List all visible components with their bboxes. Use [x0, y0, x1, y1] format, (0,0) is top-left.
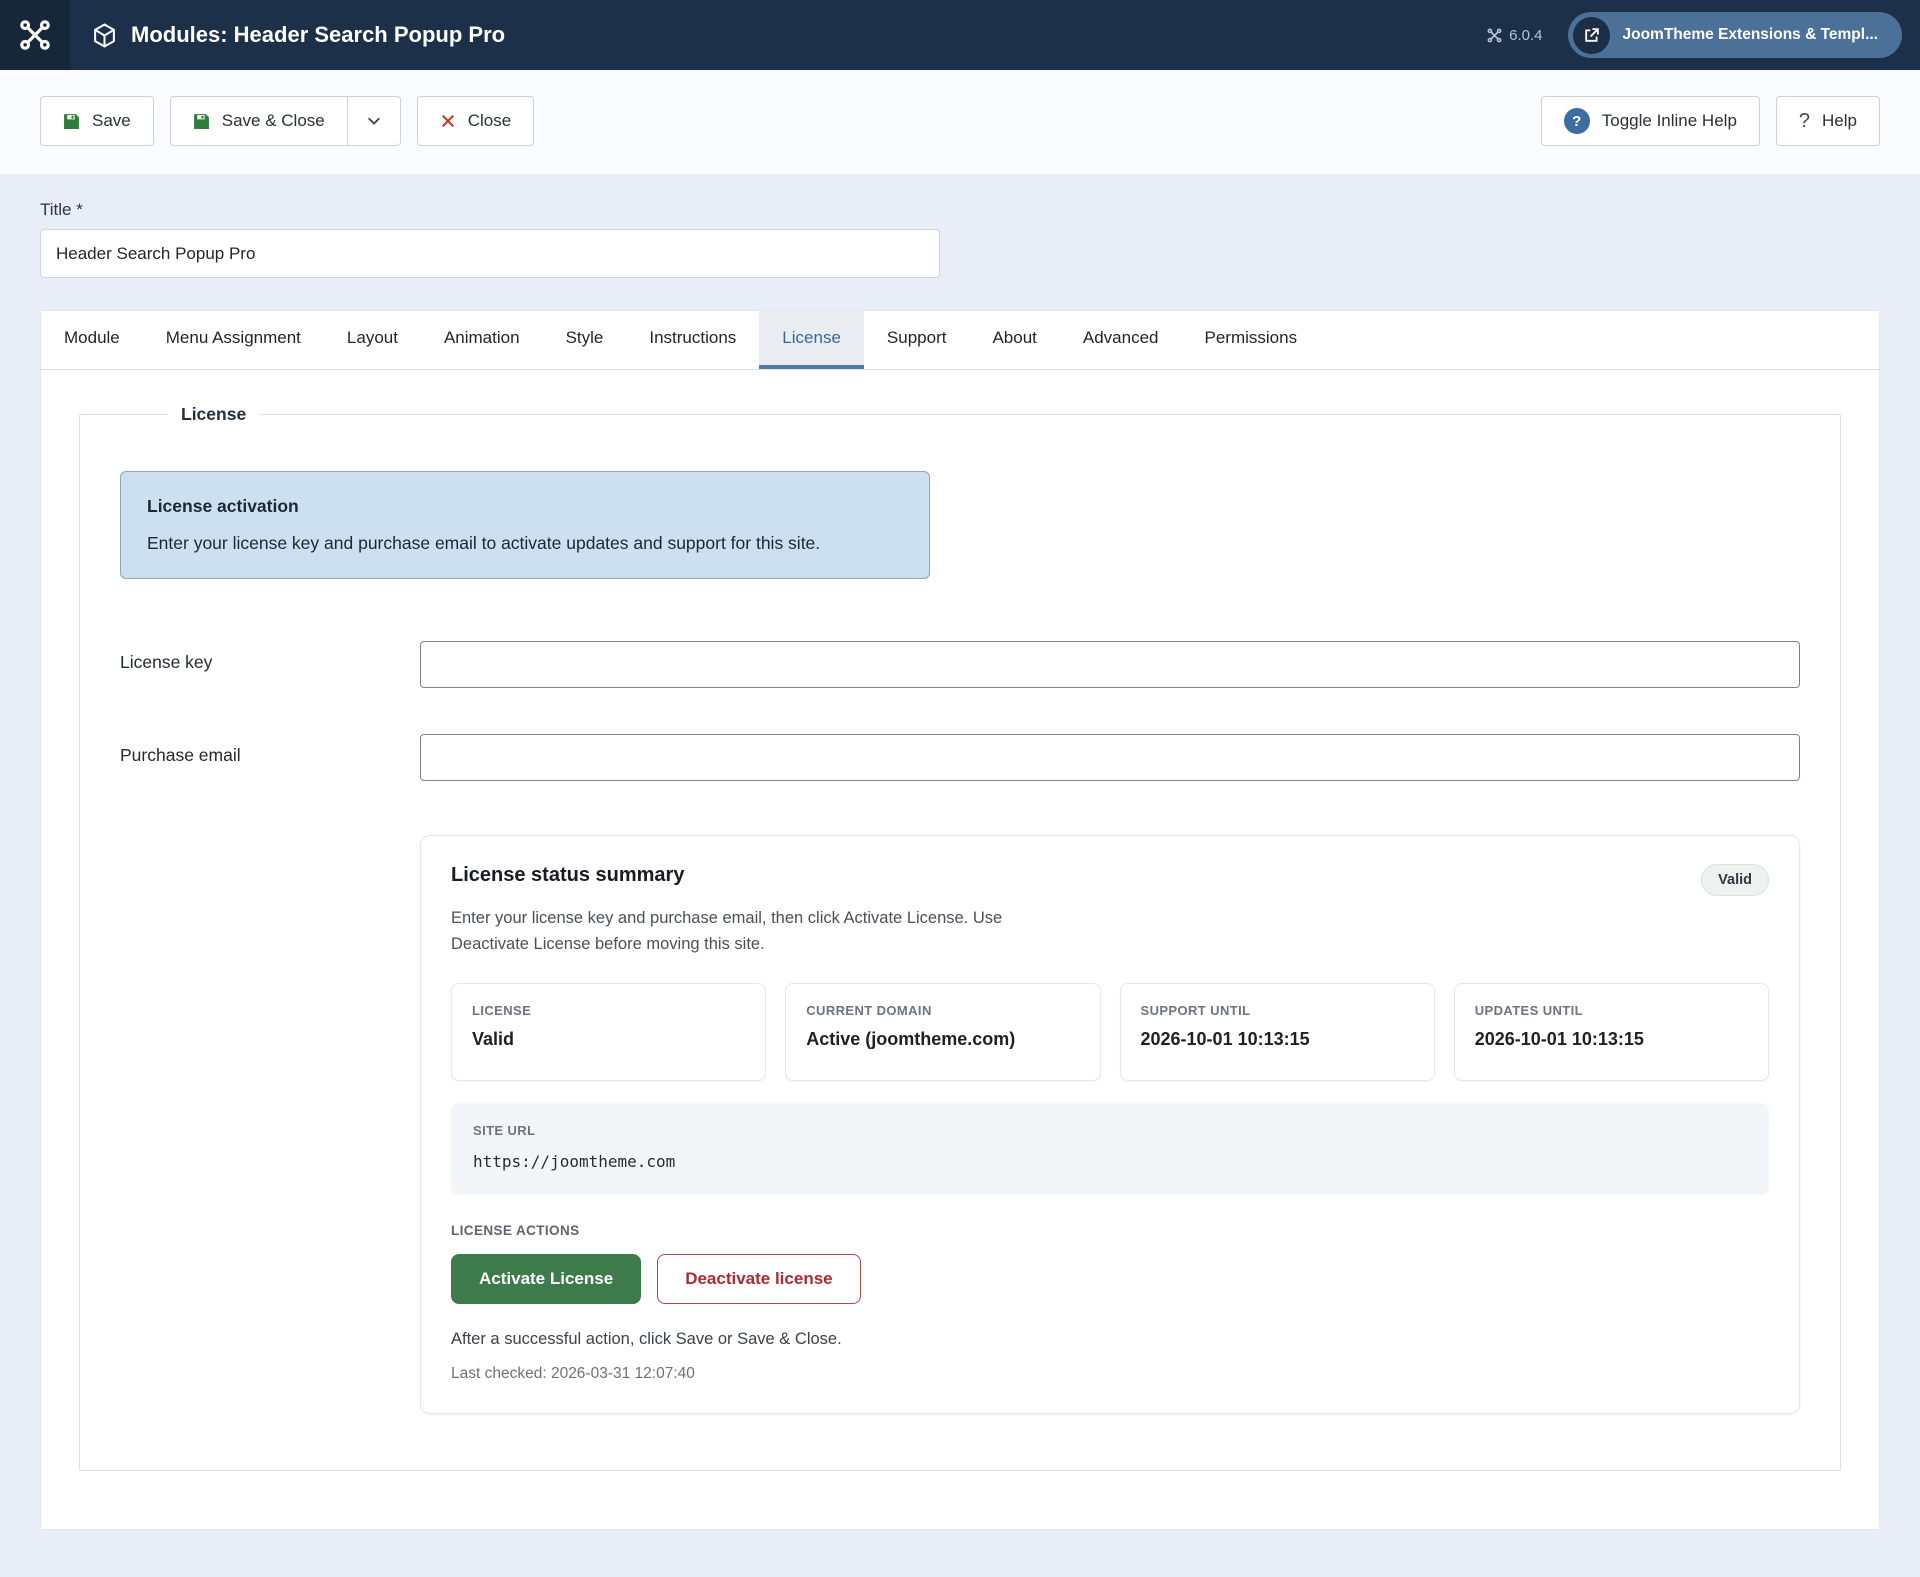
tab-license[interactable]: License: [759, 311, 864, 369]
help-button[interactable]: ? Help: [1776, 96, 1880, 146]
status-badge: Valid: [1701, 864, 1769, 896]
activate-license-button[interactable]: Activate License: [451, 1254, 641, 1304]
save-close-label: Save & Close: [222, 111, 325, 131]
module-edit-card: Module Menu Assignment Layout Animation …: [40, 310, 1880, 1530]
summary-header: License status summary Valid: [451, 864, 1769, 896]
tab-permissions[interactable]: Permissions: [1182, 311, 1321, 369]
joomla-version: 6.0.4: [1487, 27, 1542, 44]
stat-value: Active (joomtheme.com): [806, 1029, 1079, 1050]
title-input[interactable]: [40, 229, 940, 278]
close-x-icon: [440, 113, 456, 129]
tab-support[interactable]: Support: [864, 311, 970, 369]
stat-label: SUPPORT UNTIL: [1141, 1003, 1414, 1018]
stat-label: CURRENT DOMAIN: [806, 1003, 1079, 1018]
stat-current-domain: CURRENT DOMAIN Active (joomtheme.com): [785, 983, 1100, 1081]
last-checked-text: Last checked: 2026-03-31 12:07:40: [451, 1365, 1769, 1383]
stat-grid: LICENSE Valid CURRENT DOMAIN Active (joo…: [451, 983, 1769, 1081]
title-label: Title *: [40, 200, 1880, 220]
module-cube-icon: [92, 23, 117, 48]
purchase-email-label: Purchase email: [120, 734, 420, 766]
purchase-email-row: Purchase email: [120, 734, 1800, 781]
license-key-row: License key: [120, 641, 1800, 688]
tab-instructions[interactable]: Instructions: [626, 311, 759, 369]
toggle-inline-help-button[interactable]: ? Toggle Inline Help: [1541, 96, 1760, 146]
tab-style[interactable]: Style: [543, 311, 627, 369]
close-button[interactable]: Close: [417, 96, 534, 146]
page-title-text: Modules: Header Search Popup Pro: [131, 22, 505, 48]
alert-body: Enter your license key and purchase emai…: [147, 533, 903, 554]
save-close-split-button: Save & Close: [170, 96, 401, 146]
help-label: Help: [1822, 111, 1857, 131]
license-activation-alert: License activation Enter your license ke…: [120, 471, 930, 579]
external-link-icon: [1573, 17, 1610, 54]
close-label: Close: [468, 111, 511, 131]
license-fieldset: License License activation Enter your li…: [79, 404, 1841, 1471]
tab-bar: Module Menu Assignment Layout Animation …: [41, 311, 1879, 370]
site-url-value: https://joomtheme.com: [473, 1152, 1747, 1171]
chevron-down-icon: [366, 113, 382, 129]
site-url-label: SITE URL: [473, 1123, 1747, 1138]
toolbar: Save Save & Close Close ? Toggle Inline …: [0, 70, 1920, 174]
save-options-dropdown-toggle[interactable]: [347, 97, 400, 145]
tab-animation[interactable]: Animation: [421, 311, 543, 369]
tab-about[interactable]: About: [969, 311, 1059, 369]
site-url-box: SITE URL https://joomtheme.com: [451, 1103, 1769, 1195]
after-action-note: After a successful action, click Save or…: [451, 1330, 1769, 1349]
tab-menu-assignment[interactable]: Menu Assignment: [143, 311, 324, 369]
stat-label: LICENSE: [472, 1003, 745, 1018]
joomla-version-icon: [1487, 28, 1502, 43]
license-status-summary-card: License status summary Valid Enter your …: [420, 835, 1800, 1414]
license-actions-label: LICENSE ACTIONS: [451, 1223, 1769, 1238]
license-actions-row: Activate License Deactivate license: [451, 1254, 1769, 1304]
summary-description: Enter your license key and purchase emai…: [451, 906, 1041, 957]
alert-title: License activation: [147, 496, 903, 517]
page-title: Modules: Header Search Popup Pro: [92, 22, 505, 48]
stat-updates-until: UPDATES UNTIL 2026-10-01 10:13:15: [1454, 983, 1769, 1081]
deactivate-license-button[interactable]: Deactivate license: [657, 1254, 860, 1304]
appbar-right: 6.0.4 JoomTheme Extensions & Templ...: [1487, 12, 1920, 58]
save-floppy-icon: [193, 113, 210, 130]
license-key-input[interactable]: [420, 641, 1800, 688]
stat-value: 2026-10-01 10:13:15: [1475, 1029, 1748, 1050]
stat-value: 2026-10-01 10:13:15: [1141, 1029, 1414, 1050]
stat-value: Valid: [472, 1029, 745, 1050]
joomtheme-extensions-label: JoomTheme Extensions & Templ...: [1622, 26, 1878, 44]
toolbar-right: ? Toggle Inline Help ? Help: [1541, 96, 1880, 146]
tab-advanced[interactable]: Advanced: [1060, 311, 1182, 369]
license-legend: License: [168, 404, 259, 425]
save-floppy-icon: [63, 113, 80, 130]
question-mark-icon: ?: [1799, 110, 1810, 133]
save-button[interactable]: Save: [40, 96, 154, 146]
toggle-inline-help-label: Toggle Inline Help: [1602, 111, 1737, 131]
joomla-logo[interactable]: [0, 0, 70, 70]
admin-top-bar: Modules: Header Search Popup Pro 6.0.4 J…: [0, 0, 1920, 70]
joomla-logo-icon: [19, 19, 51, 51]
stat-support-until: SUPPORT UNTIL 2026-10-01 10:13:15: [1120, 983, 1435, 1081]
purchase-email-input[interactable]: [420, 734, 1800, 781]
save-label: Save: [92, 111, 131, 131]
stat-license: LICENSE Valid: [451, 983, 766, 1081]
stat-label: UPDATES UNTIL: [1475, 1003, 1748, 1018]
version-text: 6.0.4: [1509, 27, 1542, 44]
save-close-button[interactable]: Save & Close: [171, 97, 347, 145]
tab-module[interactable]: Module: [41, 311, 143, 369]
tab-layout[interactable]: Layout: [324, 311, 421, 369]
help-circle-icon: ?: [1564, 108, 1590, 134]
joomtheme-extensions-button[interactable]: JoomTheme Extensions & Templ...: [1568, 12, 1902, 58]
summary-title: License status summary: [451, 864, 684, 887]
license-key-label: License key: [120, 641, 420, 673]
title-field-group: Title *: [0, 174, 1920, 278]
